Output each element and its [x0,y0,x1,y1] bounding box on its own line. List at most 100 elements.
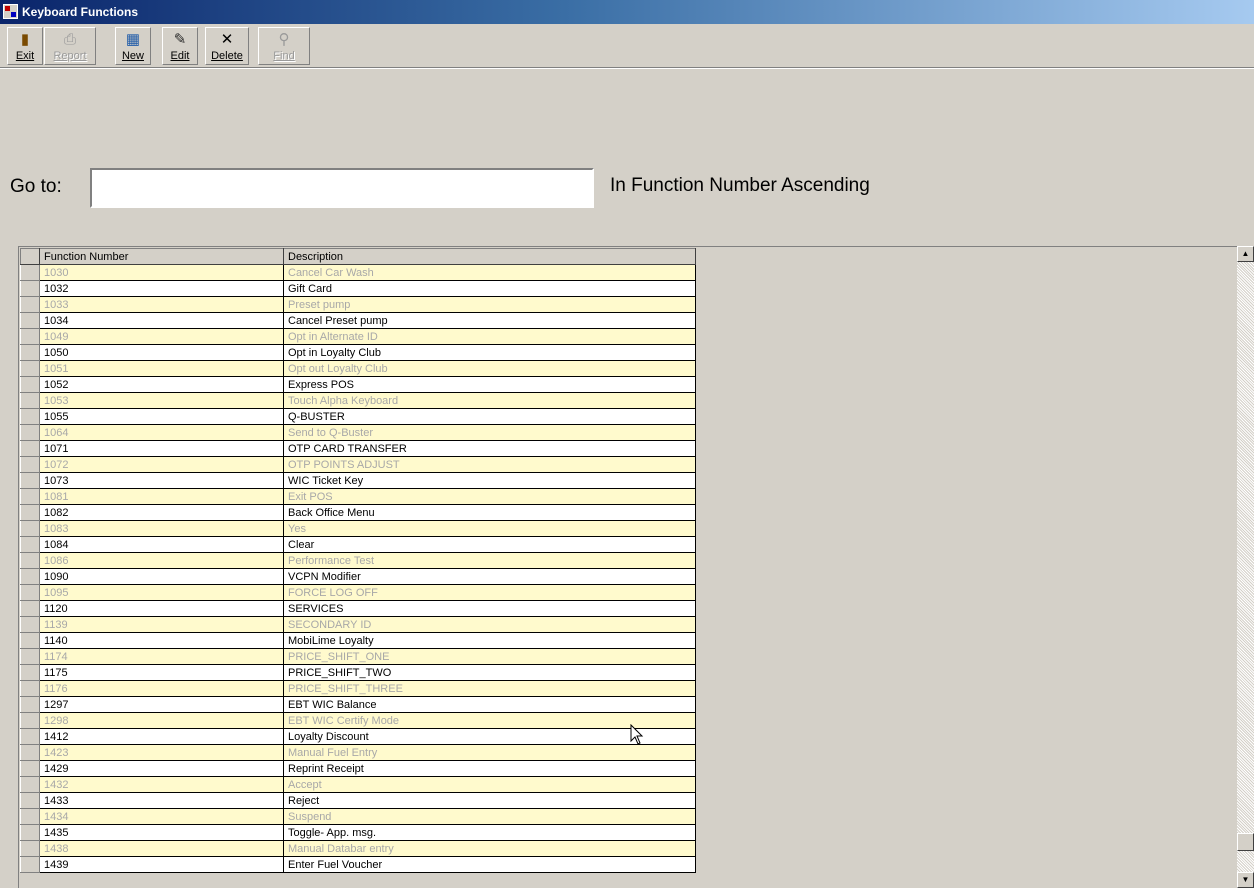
exit-button[interactable]: ▮ Exit [7,27,43,65]
edit-button[interactable]: ✎ Edit [162,27,198,65]
table-row[interactable]: 1049 Opt in Alternate ID [20,328,696,345]
report-button[interactable]: ⎙ Report [44,27,96,65]
row-selector[interactable] [20,584,40,601]
cell-description[interactable]: Yes [283,520,696,537]
row-selector-header[interactable] [20,248,40,265]
row-selector[interactable] [20,568,40,585]
row-selector[interactable] [20,440,40,457]
table-row[interactable]: 1050 Opt in Loyalty Club [20,344,696,361]
cell-description[interactable]: Gift Card [283,280,696,297]
cell-function-number[interactable]: 1051 [39,360,284,377]
row-selector[interactable] [20,520,40,537]
cell-function-number[interactable]: 1412 [39,728,284,745]
cell-function-number[interactable]: 1297 [39,696,284,713]
cell-description[interactable]: Express POS [283,376,696,393]
cell-description[interactable]: Cancel Car Wash [283,264,696,281]
table-row[interactable]: 1082 Back Office Menu [20,504,696,521]
cell-description[interactable]: SERVICES [283,600,696,617]
cell-description[interactable]: PRICE_SHIFT_THREE [283,680,696,697]
row-selector[interactable] [20,632,40,649]
table-row[interactable]: 1071 OTP CARD TRANSFER [20,440,696,457]
goto-input[interactable] [90,168,594,208]
row-selector[interactable] [20,712,40,729]
cell-function-number[interactable]: 1298 [39,712,284,729]
cell-description[interactable]: SECONDARY ID [283,616,696,633]
cell-function-number[interactable]: 1072 [39,456,284,473]
table-row[interactable]: 1072 OTP POINTS ADJUST [20,456,696,473]
row-selector[interactable] [20,792,40,809]
cell-function-number[interactable]: 1086 [39,552,284,569]
row-selector[interactable] [20,296,40,313]
cell-function-number[interactable]: 1055 [39,408,284,425]
row-selector[interactable] [20,536,40,553]
cell-description[interactable]: Opt out Loyalty Club [283,360,696,377]
cell-description[interactable]: Manual Databar entry [283,840,696,857]
cell-function-number[interactable]: 1090 [39,568,284,585]
table-row[interactable]: 1120 SERVICES [20,600,696,617]
table-row[interactable]: 1140 MobiLime Loyalty [20,632,696,649]
cell-description[interactable]: Accept [283,776,696,793]
table-row[interactable]: 1052 Express POS [20,376,696,393]
table-row[interactable]: 1439 Enter Fuel Voucher [20,856,696,873]
row-selector[interactable] [20,856,40,873]
table-row[interactable]: 1432 Accept [20,776,696,793]
table-row[interactable]: 1176 PRICE_SHIFT_THREE [20,680,696,697]
row-selector[interactable] [20,264,40,281]
table-row[interactable]: 1081 Exit POS [20,488,696,505]
cell-description[interactable]: Send to Q-Buster [283,424,696,441]
table-row[interactable]: 1053 Touch Alpha Keyboard [20,392,696,409]
table-row[interactable]: 1095 FORCE LOG OFF [20,584,696,601]
table-row[interactable]: 1086 Performance Test [20,552,696,569]
delete-button[interactable]: ✕ Delete [205,27,249,65]
row-selector[interactable] [20,824,40,841]
cell-function-number[interactable]: 1050 [39,344,284,361]
cell-function-number[interactable]: 1083 [39,520,284,537]
table-row[interactable]: 1073 WIC Ticket Key [20,472,696,489]
cell-description[interactable]: Manual Fuel Entry [283,744,696,761]
row-selector[interactable] [20,408,40,425]
row-selector[interactable] [20,840,40,857]
cell-description[interactable]: Opt in Loyalty Club [283,344,696,361]
cell-function-number[interactable]: 1139 [39,616,284,633]
cell-description[interactable]: Toggle- App. msg. [283,824,696,841]
row-selector[interactable] [20,328,40,345]
cell-description[interactable]: Exit POS [283,488,696,505]
scroll-down-button[interactable]: ▼ [1237,872,1254,888]
cell-description[interactable]: Back Office Menu [283,504,696,521]
table-row[interactable]: 1064 Send to Q-Buster [20,424,696,441]
table-row[interactable]: 1433 Reject [20,792,696,809]
row-selector[interactable] [20,424,40,441]
cell-function-number[interactable]: 1082 [39,504,284,521]
row-selector[interactable] [20,280,40,297]
cell-function-number[interactable]: 1052 [39,376,284,393]
cell-description[interactable]: Reprint Receipt [283,760,696,777]
cell-function-number[interactable]: 1073 [39,472,284,489]
cell-function-number[interactable]: 1439 [39,856,284,873]
cell-description[interactable]: FORCE LOG OFF [283,584,696,601]
table-row[interactable]: 1033 Preset pump [20,296,696,313]
row-selector[interactable] [20,616,40,633]
row-selector[interactable] [20,648,40,665]
row-selector[interactable] [20,728,40,745]
row-selector[interactable] [20,376,40,393]
cell-description[interactable]: Preset pump [283,296,696,313]
cell-function-number[interactable]: 1064 [39,424,284,441]
row-selector[interactable] [20,312,40,329]
cell-function-number[interactable]: 1432 [39,776,284,793]
table-row[interactable]: 1030 Cancel Car Wash [20,264,696,281]
cell-description[interactable]: Enter Fuel Voucher [283,856,696,873]
table-row[interactable]: 1438 Manual Databar entry [20,840,696,857]
cell-description[interactable]: Cancel Preset pump [283,312,696,329]
cell-description[interactable]: WIC Ticket Key [283,472,696,489]
cell-description[interactable]: Q-BUSTER [283,408,696,425]
cell-function-number[interactable]: 1081 [39,488,284,505]
cell-description[interactable]: Opt in Alternate ID [283,328,696,345]
cell-description[interactable]: MobiLime Loyalty [283,632,696,649]
cell-function-number[interactable]: 1423 [39,744,284,761]
cell-function-number[interactable]: 1433 [39,792,284,809]
cell-description[interactable]: Reject [283,792,696,809]
cell-function-number[interactable]: 1175 [39,664,284,681]
cell-function-number[interactable]: 1084 [39,536,284,553]
cell-description[interactable]: OTP CARD TRANSFER [283,440,696,457]
table-row[interactable]: 1423 Manual Fuel Entry [20,744,696,761]
